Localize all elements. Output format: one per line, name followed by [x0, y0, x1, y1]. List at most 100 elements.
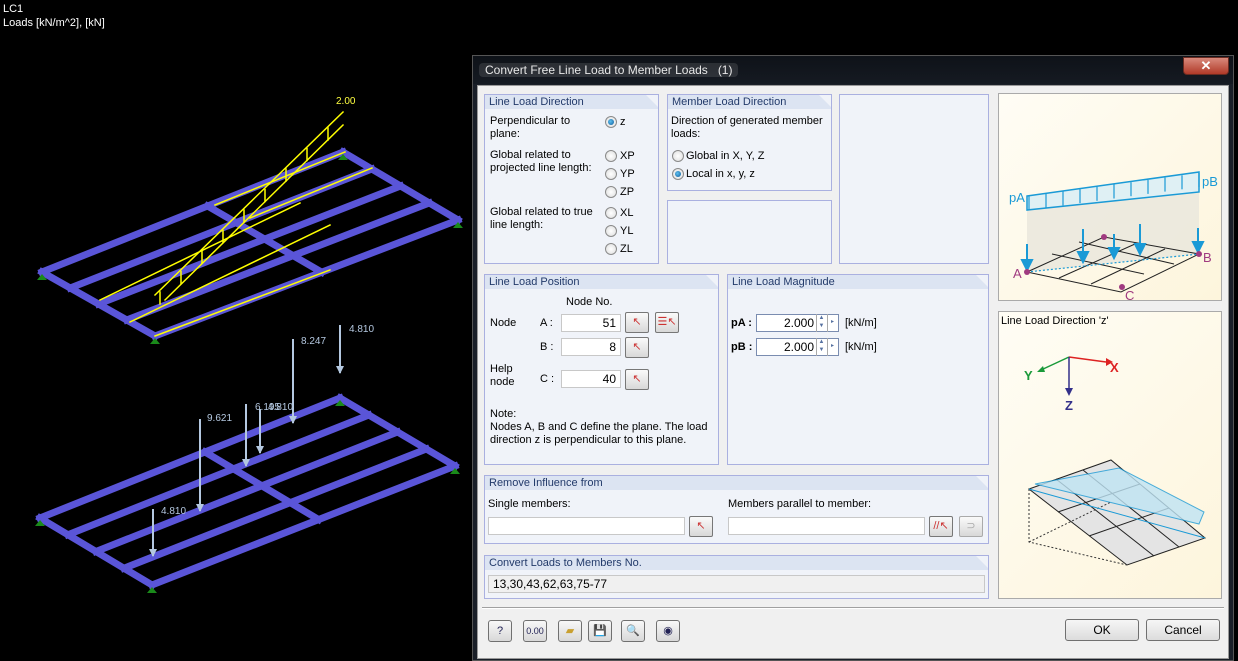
line-load-position-group: Line Load Position Node No. Node A : 51 … [484, 274, 719, 465]
radio-label: YL [620, 225, 634, 237]
parallel-members-input[interactable] [728, 517, 925, 535]
node-c-input[interactable]: 40 [561, 370, 621, 388]
pa-unit: [kN/m] [845, 317, 877, 329]
arrow-head-icon [336, 366, 344, 374]
radio-global-xyz[interactable] [672, 150, 684, 162]
clear-parallel-button[interactable]: ⊃ [959, 516, 983, 537]
ok-button[interactable]: OK [1065, 619, 1139, 641]
pa-diagram-label: pA [1009, 190, 1025, 205]
line-load-diagram: pA pB A B C [998, 93, 1222, 303]
radio-yl[interactable] [605, 225, 617, 237]
note-text: Nodes A, B and C define the plane. The l… [490, 421, 708, 446]
perpendicular-label: Perpendicular to plane: [490, 115, 571, 140]
z-axis-label: Z [1065, 398, 1073, 413]
member-load-value: 8.247 [301, 336, 327, 347]
pick-node-b-button[interactable]: ↖ [625, 337, 649, 358]
pick-node-a-button[interactable]: ↖ [625, 312, 649, 333]
group-header: Remove Influence from [485, 476, 988, 490]
radio-yp[interactable] [605, 168, 617, 180]
member-load-value: 4.810 [268, 402, 294, 413]
radio-label: XL [620, 207, 634, 219]
units-icon: 0.00 [526, 626, 544, 636]
units-button[interactable]: 0.00 [523, 620, 547, 642]
direction-diagram: Line Load Direction 'z' X Y Z [998, 311, 1222, 599]
pick-cursor-icon: ↖ [632, 341, 642, 353]
footer-separator [482, 607, 1224, 609]
cancel-button[interactable]: Cancel [1146, 619, 1220, 641]
open-button[interactable]: ▰ [558, 620, 582, 642]
pb-label: pB : [731, 341, 753, 353]
view-button[interactable]: ◉ [656, 620, 680, 642]
radio-xp[interactable] [605, 150, 617, 162]
radio-label: XP [620, 150, 635, 162]
radio-label: z [620, 116, 626, 128]
folder-icon: ▰ [565, 625, 575, 637]
radio-label: YP [620, 168, 635, 180]
radio-zl[interactable] [605, 243, 617, 255]
support-icon [150, 338, 160, 344]
projected-label: Global related to projected line length: [490, 149, 592, 174]
member-load-value: 4.810 [161, 506, 187, 517]
search-button[interactable]: 🔍 [621, 620, 645, 642]
remove-influence-group: Remove Influence from Single members: ↖ … [484, 475, 989, 544]
pa-spinner[interactable]: ▲ ▼ [816, 314, 826, 332]
radio-label: ZL [620, 243, 633, 255]
selected-member [214, 151, 346, 206]
radio-local-xyz[interactable] [672, 168, 684, 180]
save-button[interactable]: 💾 [588, 620, 612, 642]
search-icon: 🔍 [626, 625, 640, 637]
help-button[interactable]: ? [488, 620, 512, 642]
pick-single-members-button[interactable]: ↖ [689, 516, 713, 537]
convert-members-field: 13,30,43,62,63,75-77 [488, 575, 985, 593]
save-icon: 💾 [593, 625, 607, 637]
pick-parallel-button[interactable]: //↖ [929, 516, 953, 537]
pick-node-c-button[interactable]: ↖ [625, 369, 649, 390]
convert-dialog: Convert Free Line Load to Member Loads (… [472, 55, 1234, 661]
radio-local-xyz-label: Local in x, y, z [686, 168, 755, 180]
pick-cursor-icon: ↖ [696, 520, 706, 532]
y-axis-label: Y [1024, 368, 1033, 383]
free-line-load-value: 2.00 [336, 96, 356, 107]
plane-load-illustration: pA pB A B C [1009, 171, 1218, 303]
pa-menu-arrow[interactable]: ▸ [827, 314, 837, 332]
pick-cursor-icon: ↖ [632, 373, 642, 385]
help-icon: ? [496, 625, 504, 637]
node-a-input[interactable]: 51 [561, 314, 621, 332]
title-bar[interactable]: Convert Free Line Load to Member Loads (… [473, 56, 1233, 84]
line-load-direction-group: Line Load Direction Perpendicular to pla… [484, 94, 659, 264]
close-button[interactable]: ✕ [1183, 57, 1229, 75]
node-label: Node [490, 317, 517, 329]
group-header: Line Load Direction [485, 95, 658, 109]
single-members-label: Single members: [488, 498, 571, 510]
parallel-members-label: Members parallel to member: [728, 498, 872, 510]
eye-icon: ◉ [663, 625, 673, 637]
node-b-input[interactable]: 8 [561, 338, 621, 356]
radio-zp[interactable] [605, 186, 617, 198]
pa-label: pA : [731, 317, 752, 329]
reset-icon: ⊃ [966, 520, 976, 532]
bottom-frame-beam [200, 447, 324, 525]
model-canvas[interactable] [0, 0, 472, 661]
empty-panel [839, 94, 989, 264]
pb-spinner[interactable]: ▲ ▼ [816, 338, 826, 356]
true-length-label: Global related to true line length: [490, 206, 593, 231]
radio-z[interactable] [605, 116, 617, 128]
node-b-label: B : [540, 341, 554, 353]
line-load-magnitude-group: Line Load Magnitude pA : 2.000 ▲ ▼ ▸ [kN/… [727, 274, 989, 465]
group-header: Convert Loads to Members No. [485, 556, 988, 570]
support-icon [147, 587, 157, 593]
group-header: Line Load Position [485, 275, 718, 289]
member-load-direction-group: Member Load Direction Direction of gener… [667, 94, 832, 191]
node-c-label: C : [540, 373, 555, 385]
arrow-head-icon [256, 446, 264, 454]
model-viewport[interactable]: LC1 Loads [kN/m^2], [kN] 2.00 8.247 4.81… [0, 0, 472, 661]
pick-list-icon: ☰↖ [657, 316, 677, 328]
pb-menu-arrow[interactable]: ▸ [827, 338, 837, 356]
single-members-input[interactable] [488, 517, 685, 535]
radio-label: ZP [620, 186, 635, 198]
pb-unit: [kN/m] [845, 341, 877, 353]
pick-list-button[interactable]: ☰↖ [655, 312, 679, 333]
radio-xl[interactable] [605, 207, 617, 219]
empty-panel [667, 200, 832, 264]
point-b-label: B [1203, 250, 1212, 265]
